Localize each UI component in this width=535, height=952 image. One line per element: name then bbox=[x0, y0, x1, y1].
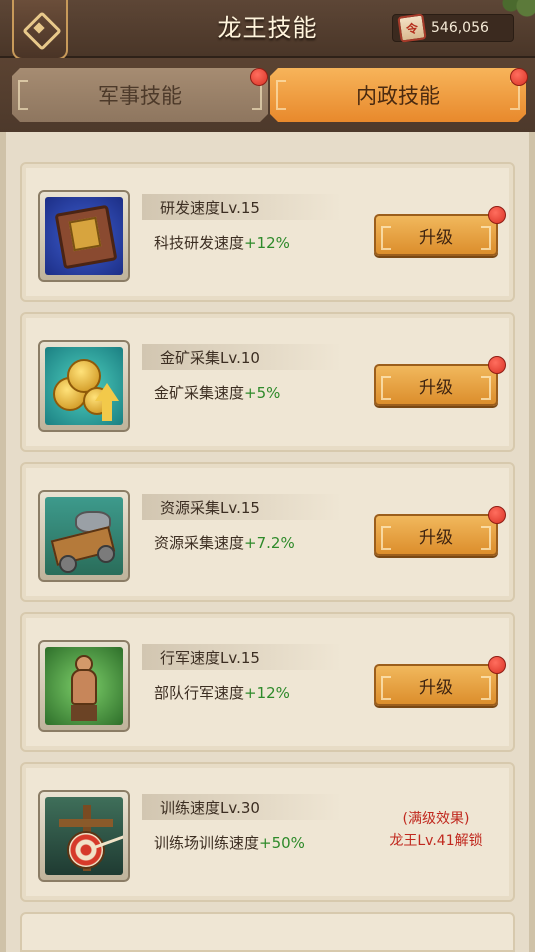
unlock-requirement-label: 龙王Lv.41解锁 bbox=[389, 833, 483, 849]
tab-civil-skills[interactable]: 内政技能 bbox=[270, 68, 526, 122]
skill-name: 研发速度Lv.15 bbox=[142, 194, 342, 220]
gold-coins-icon bbox=[45, 347, 123, 425]
skill-bonus-value: +50% bbox=[259, 834, 305, 852]
tab-label: 内政技能 bbox=[356, 84, 440, 108]
skill-card-gold-gathering: 金矿采集Lv.10 金矿采集速度+5% 升级 bbox=[20, 312, 515, 452]
notification-dot-icon bbox=[488, 506, 506, 524]
skill-effect-label: 科技研发速度 bbox=[154, 234, 245, 252]
tab-left-ornament bbox=[276, 80, 286, 110]
tab-label: 军事技能 bbox=[98, 84, 182, 108]
notification-dot-icon bbox=[488, 206, 506, 224]
skill-bonus-value: +12% bbox=[244, 234, 290, 252]
skill-effect-label: 部队行军速度 bbox=[154, 684, 245, 702]
notification-dot-icon bbox=[488, 656, 506, 674]
upgrade-button[interactable]: 升级 bbox=[374, 664, 498, 706]
currency-display[interactable]: 令 546,056 bbox=[392, 13, 514, 43]
skill-icon-frame bbox=[38, 640, 130, 732]
locked-notice: (满级效果) 龙王Lv.41解锁 bbox=[374, 808, 498, 852]
skill-name: 金矿采集Lv.10 bbox=[142, 344, 342, 370]
skill-icon-frame bbox=[38, 490, 130, 582]
skill-bonus-value: +5% bbox=[244, 384, 281, 402]
skill-card-research: 研发速度Lv.15 科技研发速度+12% 升级 bbox=[20, 162, 515, 302]
max-level-effect-label: (满级效果) bbox=[402, 811, 470, 827]
top-bar: 龙王技能 令 546,056 bbox=[0, 0, 535, 60]
skill-description: 资源采集速度+7.2% bbox=[154, 532, 295, 553]
upgrade-button[interactable]: 升级 bbox=[374, 214, 498, 256]
skill-effect-label: 训练场训练速度 bbox=[154, 834, 260, 852]
skill-description: 部队行军速度+12% bbox=[154, 682, 290, 703]
next-skill-card-partial bbox=[20, 912, 515, 952]
notification-dot-icon bbox=[510, 68, 528, 86]
tab-left-ornament bbox=[18, 80, 28, 110]
training-target-icon bbox=[45, 797, 123, 875]
currency-amount: 546,056 bbox=[431, 20, 489, 36]
skill-name: 资源采集Lv.15 bbox=[142, 494, 342, 520]
skill-effect-label: 金矿采集速度 bbox=[154, 384, 245, 402]
skill-bonus-value: +7.2% bbox=[244, 534, 295, 552]
skill-effect-label: 资源采集速度 bbox=[154, 534, 245, 552]
scroll-token-icon: 令 bbox=[397, 13, 427, 43]
skill-icon-frame bbox=[38, 340, 130, 432]
upgrade-button[interactable]: 升级 bbox=[374, 364, 498, 406]
skill-name: 训练速度Lv.30 bbox=[142, 794, 342, 820]
skill-card-resource-gathering: 资源采集Lv.15 资源采集速度+7.2% 升级 bbox=[20, 462, 515, 602]
skill-name: 行军速度Lv.15 bbox=[142, 644, 342, 670]
skill-bonus-value: +12% bbox=[244, 684, 290, 702]
upgrade-button[interactable]: 升级 bbox=[374, 514, 498, 556]
tab-military-skills[interactable]: 军事技能 bbox=[12, 68, 268, 122]
skill-card-training-speed: 训练速度Lv.30 训练场训练速度+50% (满级效果) 龙王Lv.41解锁 bbox=[20, 762, 515, 902]
skill-icon-frame bbox=[38, 790, 130, 882]
tab-bar: 军事技能 内政技能 bbox=[0, 58, 535, 132]
skill-card-march-speed: 行军速度Lv.15 部队行军速度+12% 升级 bbox=[20, 612, 515, 752]
research-book-icon bbox=[45, 197, 123, 275]
notification-dot-icon bbox=[488, 356, 506, 374]
mine-cart-icon bbox=[45, 497, 123, 575]
marching-warrior-icon bbox=[45, 647, 123, 725]
skill-description: 金矿采集速度+5% bbox=[154, 382, 280, 403]
skill-icon-frame bbox=[38, 190, 130, 282]
skill-description: 科技研发速度+12% bbox=[154, 232, 290, 253]
skill-description: 训练场训练速度+50% bbox=[154, 832, 305, 853]
notification-dot-icon bbox=[250, 68, 268, 86]
